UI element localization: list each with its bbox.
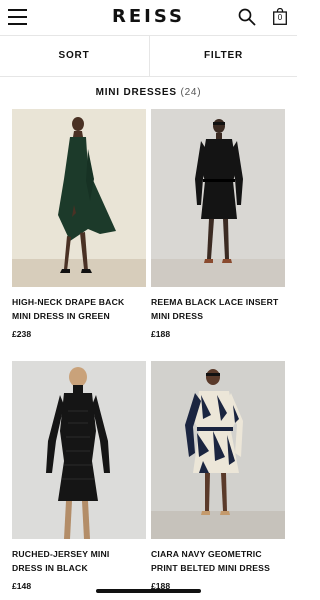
product-price: £148 [12,581,32,591]
product-name-line-2: MINI DRESS [151,311,204,321]
product-image[interactable] [151,109,285,287]
sort-button[interactable]: SORT [0,36,148,76]
product-name-line-2: DRESS IN BLACK [12,563,88,573]
product-price: £238 [12,329,32,339]
product-image[interactable] [12,109,146,287]
home-indicator [96,589,201,593]
search-icon[interactable] [238,8,256,26]
product-name-line-1: CIARA NAVY GEOMETRIC [151,549,262,559]
header-bar: REISS 0 [0,0,297,34]
product-name-line-1: REEMA BLACK LACE INSERT [151,297,279,307]
product-name-line-2: MINI DRESS IN GREEN [12,311,110,321]
category-heading: MINI DRESSES (24) [0,87,297,98]
sort-filter-bar: SORT FILTER [0,35,297,77]
bag-count-badge: 0 [277,13,283,22]
shopping-bag-icon[interactable]: 0 [273,8,287,25]
product-name-line-2: PRINT BELTED MINI DRESS [151,563,271,573]
product-name[interactable]: RUCHED-JERSEY MINI DRESS IN BLACK [12,547,152,575]
category-name: MINI DRESSES [95,87,177,98]
category-count: (24) [180,87,202,98]
product-name[interactable]: REEMA BLACK LACE INSERT MINI DRESS [151,295,291,323]
product-name-line-1: RUCHED-JERSEY MINI [12,549,110,559]
filter-button[interactable]: FILTER [149,36,297,76]
product-name[interactable]: CIARA NAVY GEOMETRIC PRINT BELTED MINI D… [151,547,291,575]
product-image[interactable] [12,361,146,539]
product-price: £188 [151,329,171,339]
product-name[interactable]: HIGH-NECK DRAPE BACK MINI DRESS IN GREEN [12,295,152,323]
product-name-line-1: HIGH-NECK DRAPE BACK [12,297,125,307]
product-image[interactable] [151,361,285,539]
